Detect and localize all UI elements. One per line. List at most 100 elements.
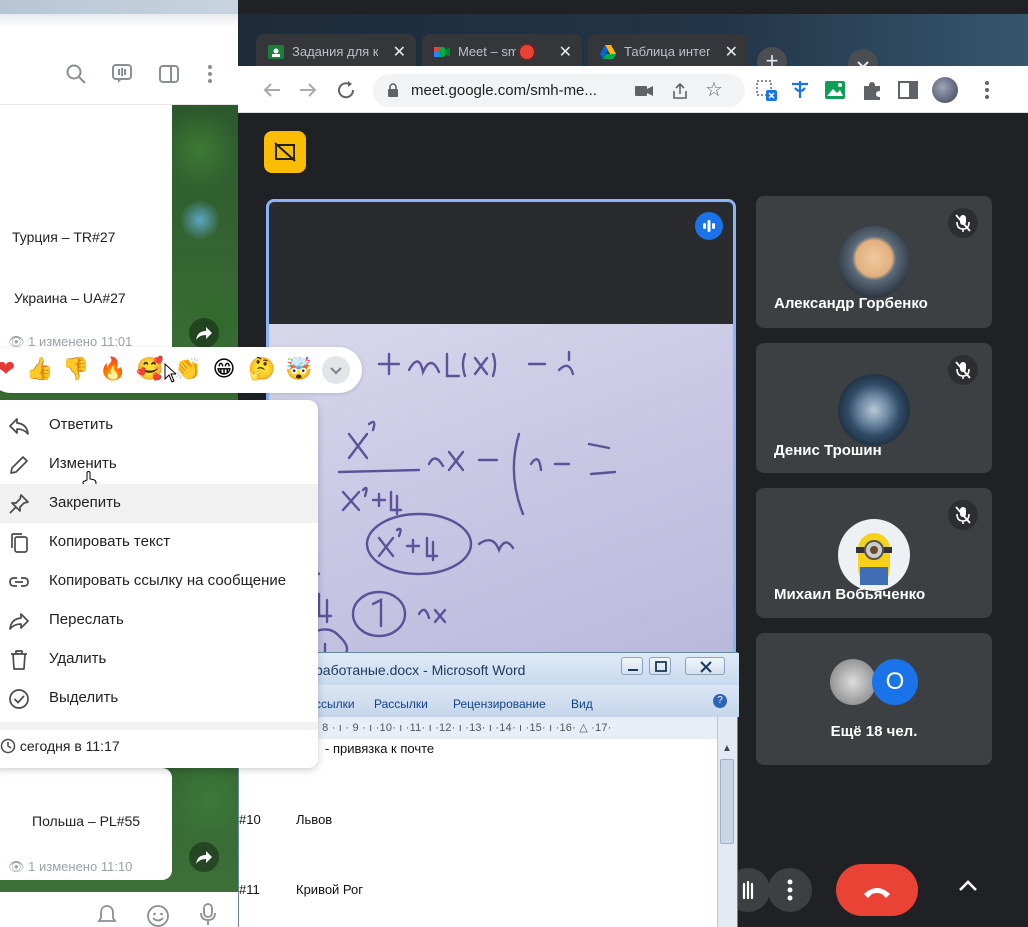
reaction-thumbs-down[interactable]: 👎 <box>62 356 90 384</box>
more-vertical-icon[interactable] <box>198 62 222 86</box>
message-line: Турция – TR#27 <box>12 229 116 245</box>
address-bar[interactable]: meet.google.com/smh-me... ☆ <box>373 74 745 107</box>
close-icon[interactable]: ✕ <box>559 42 572 62</box>
emoji-icon[interactable] <box>146 904 170 927</box>
reload-icon[interactable] <box>334 78 358 102</box>
camera-off-button[interactable] <box>264 131 306 173</box>
chevron-up-icon[interactable] <box>956 874 980 898</box>
menu-item-edit[interactable]: Изменить <box>0 445 318 490</box>
chevron-down-icon[interactable] <box>322 356 350 384</box>
forward-icon[interactable] <box>189 842 219 872</box>
check-circle-icon <box>8 688 30 710</box>
trash-icon <box>8 649 30 671</box>
profile-avatar[interactable] <box>932 77 958 103</box>
word-close-button[interactable] <box>685 657 725 675</box>
bookmark-star-icon[interactable]: ☆ <box>705 80 723 100</box>
search-icon[interactable] <box>64 62 88 86</box>
extension-selector-icon[interactable] <box>754 78 778 102</box>
word-scrollbar[interactable]: ▲ <box>717 717 737 927</box>
menu-item-label: Удалить <box>49 650 107 667</box>
menu-item-copy-text[interactable]: Копировать текст <box>0 523 318 562</box>
participant-name: Михаил Вобьяченко <box>774 586 926 603</box>
scroll-up-arrow[interactable]: ▲ <box>720 743 734 757</box>
browser-menu-icon[interactable] <box>975 78 999 102</box>
reaction-clap[interactable]: 👏 <box>174 356 202 384</box>
side-panel-icon[interactable] <box>896 78 920 102</box>
ribbon-tab[interactable]: Вид <box>571 697 593 711</box>
image-extension-icon[interactable] <box>823 78 847 102</box>
menu-item-label: Закрепить <box>49 494 121 511</box>
menu-item-pin[interactable]: Закрепить <box>0 484 318 523</box>
word-title: работаные.docx - Microsoft Word <box>315 662 526 678</box>
url-text: meet.google.com/smh-me... <box>411 82 597 99</box>
tab-classroom[interactable]: Задания для к ✕ <box>256 34 416 70</box>
forward-nav-icon[interactable] <box>296 78 320 102</box>
reaction-thumbs-up[interactable]: 👍 <box>26 356 54 384</box>
document-line: Львов <box>296 812 333 827</box>
reaction-heart[interactable]: ❤ <box>0 356 20 384</box>
message-line: Украина – UA#27 <box>14 290 126 306</box>
forward-icon[interactable] <box>189 318 219 348</box>
eye-icon: 👁 <box>8 859 25 874</box>
ribbon-tab[interactable]: Рассылки <box>374 697 428 711</box>
pin-icon <box>8 493 30 515</box>
classroom-icon <box>268 44 284 60</box>
participant-tile[interactable]: Денис Трошин <box>756 343 992 473</box>
participant-tile[interactable]: Михаил Вобьяченко <box>756 488 992 618</box>
tab-strip: Задания для к ✕ Meet – sm ✕ Таблица инте… <box>238 14 1028 79</box>
line-number: #10 <box>239 812 261 827</box>
view-count: 1 <box>28 859 36 874</box>
message-meta: 👁 1 изменено 11:10 <box>8 859 168 875</box>
sidebar-toggle-icon[interactable] <box>157 62 181 86</box>
message-bubble[interactable]: Польша – PL#55 👁 1 изменено 11:10 <box>0 768 172 880</box>
ruler-scale: · 8 · ı · 9 · ı ·10· ı ·11· ı ·12· ı ·13… <box>315 722 612 734</box>
menu-item-copy-link[interactable]: Копировать ссылку на сообщение <box>0 562 318 601</box>
composer-bar <box>0 892 238 927</box>
reaction-grin[interactable]: 😁 <box>210 356 238 384</box>
word-minimize-button[interactable] <box>621 657 643 675</box>
menu-item-label: Ответить <box>49 416 114 433</box>
lock-icon[interactable] <box>387 83 399 98</box>
menu-item-label: Копировать текст <box>49 533 171 550</box>
more-options-button[interactable] <box>768 868 812 912</box>
tab-meet[interactable]: Meet – sm ✕ <box>422 34 582 70</box>
menu-item-reply[interactable]: Ответить <box>0 406 318 445</box>
scroll-thumb[interactable] <box>720 759 734 844</box>
forward-icon <box>8 610 30 632</box>
reaction-thinking[interactable]: 🤔 <box>248 356 276 384</box>
tab-drive[interactable]: Таблица интег ✕ <box>588 34 748 70</box>
mic-off-icon <box>948 355 978 385</box>
reaction-smiling-hearts[interactable]: 🥰 <box>136 356 164 384</box>
voice-chat-icon[interactable] <box>110 62 134 86</box>
ribbon-tab[interactable]: Рецензирование <box>453 697 546 711</box>
participant-name: Денис Трошин <box>774 442 882 459</box>
chat-header <box>0 0 238 105</box>
menu-divider <box>0 722 318 730</box>
back-icon[interactable] <box>260 78 284 102</box>
timestamp-text: сегодня в 11:17 <box>19 738 120 754</box>
reaction-mind-blown[interactable]: 🤯 <box>285 356 313 384</box>
avatar <box>838 226 910 298</box>
reaction-fire[interactable]: 🔥 <box>99 356 127 384</box>
translate-extension-icon[interactable] <box>788 78 812 102</box>
menu-item-select[interactable]: Выделить <box>0 679 318 718</box>
help-icon[interactable]: ? <box>713 694 727 708</box>
message-bubble[interactable]: Турция – TR#27 Украина – UA#27 👁 1 измен… <box>0 105 172 365</box>
menu-item-delete[interactable]: Удалить <box>0 640 318 679</box>
camera-icon[interactable] <box>635 84 653 98</box>
more-participants-tile[interactable]: O Ещё 18 чел. <box>756 633 992 765</box>
message-context-menu: Ответить Изменить Закрепить Копировать т… <box>0 400 318 768</box>
meet-icon <box>434 44 450 60</box>
word-maximize-button[interactable] <box>649 657 671 675</box>
puzzle-icon[interactable] <box>860 78 884 102</box>
microphone-icon[interactable] <box>198 902 218 926</box>
clock-icon <box>0 738 16 754</box>
close-icon[interactable]: ✕ <box>393 42 406 62</box>
participant-tile[interactable]: Александр Горбенко <box>756 196 992 328</box>
leave-call-button[interactable] <box>836 864 918 916</box>
menu-item-forward[interactable]: Переслать <box>0 601 318 640</box>
share-icon[interactable] <box>670 81 690 101</box>
close-icon[interactable]: ✕ <box>725 42 738 62</box>
ribbon-tab[interactable]: ссылки <box>315 697 355 711</box>
bell-icon[interactable] <box>96 904 118 926</box>
